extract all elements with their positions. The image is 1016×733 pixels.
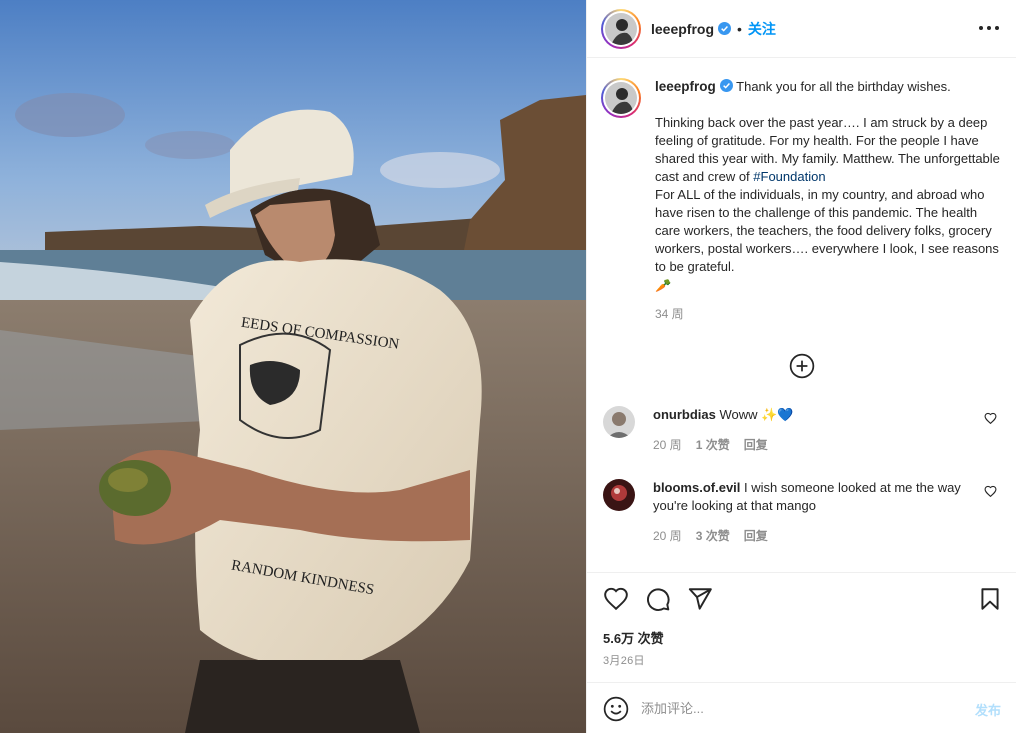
caption-body: Thinking back over the past year…. I am … xyxy=(655,114,1003,186)
post-header: leeepfrog • 关注 xyxy=(587,0,1016,58)
comment-like-count[interactable]: 3 次赞 xyxy=(696,527,730,544)
post-photo[interactable]: EEDS OF COMPASSION RANDOM KINDNESS xyxy=(0,0,586,733)
comment-meta: 20 周 1 次赞 回复 xyxy=(653,436,1003,453)
post-date[interactable]: 3月26日 xyxy=(603,652,645,668)
post-modal: EEDS OF COMPASSION RANDOM KINDNESS leeep… xyxy=(0,0,1016,733)
heart-icon[interactable] xyxy=(603,586,629,612)
caption-timestamp[interactable]: 34 周 xyxy=(655,305,1003,322)
separator-dot: • xyxy=(737,20,742,37)
caption-author-avatar[interactable] xyxy=(601,78,641,118)
comment-like-heart-icon[interactable] xyxy=(984,485,997,498)
comment-like-heart-icon[interactable] xyxy=(984,412,997,425)
follow-button[interactable]: 关注 xyxy=(748,19,776,39)
commenter-username[interactable]: onurbdias xyxy=(653,407,716,422)
caption-first-line: Thank you for all the birthday wishes. xyxy=(736,79,951,94)
caption-paragraph: Thinking back over the past year…. I am … xyxy=(655,115,1000,184)
carrot-emoji: 🥕 xyxy=(655,278,672,293)
comment-time[interactable]: 20 周 xyxy=(653,436,682,453)
comment-text: Woww ✨💙 xyxy=(719,407,794,422)
more-options-icon[interactable] xyxy=(979,18,999,38)
author-avatar[interactable] xyxy=(601,8,641,49)
caption-username[interactable]: leeepfrog xyxy=(655,79,716,94)
post-actions: 5.6万 次赞 3月26日 xyxy=(587,572,1016,682)
verified-badge-icon xyxy=(719,79,733,92)
comment-icon[interactable] xyxy=(645,586,671,612)
comment-time[interactable]: 20 周 xyxy=(653,527,682,544)
add-comment-bar: 发布 xyxy=(587,682,1016,733)
comment-item: blooms.of.evil I wish someone looked at … xyxy=(601,479,1003,544)
reply-button[interactable]: 回复 xyxy=(744,527,768,544)
reply-button[interactable]: 回复 xyxy=(744,436,768,453)
comment-input[interactable] xyxy=(641,696,941,720)
commenter-username[interactable]: blooms.of.evil xyxy=(653,480,740,495)
post-image-illustration: EEDS OF COMPASSION RANDOM KINDNESS xyxy=(0,0,586,733)
comment-meta: 20 周 3 次赞 回复 xyxy=(653,527,1003,544)
bookmark-icon[interactable] xyxy=(977,586,1003,612)
paper-plane-icon[interactable] xyxy=(687,586,713,612)
verified-badge-icon xyxy=(718,22,732,35)
caption-text: leeepfrog Thank you for all the birthday… xyxy=(655,78,1003,295)
post-caption: leeepfrog Thank you for all the birthday… xyxy=(601,78,1003,322)
plus-circle-icon[interactable] xyxy=(789,353,815,379)
like-count[interactable]: 5.6万 次赞 xyxy=(603,628,664,647)
hashtag-link[interactable]: #Foundation xyxy=(753,169,825,184)
post-comment-button[interactable]: 发布 xyxy=(975,700,1001,719)
caption-paragraph-2: For ALL of the individuals, in my countr… xyxy=(655,187,999,274)
action-buttons xyxy=(603,586,713,612)
comment-like-count[interactable]: 1 次赞 xyxy=(696,436,730,453)
commenter-avatar[interactable] xyxy=(603,479,635,511)
commenter-avatar[interactable] xyxy=(603,406,635,438)
smiley-icon[interactable] xyxy=(603,696,629,722)
author-username[interactable]: leeepfrog xyxy=(651,21,714,37)
post-side-panel: leeepfrog • 关注 leeepfrog Thank you for a… xyxy=(586,0,1016,733)
comment-item: onurbdias Woww ✨💙 20 周 1 次赞 回复 xyxy=(601,406,1003,453)
